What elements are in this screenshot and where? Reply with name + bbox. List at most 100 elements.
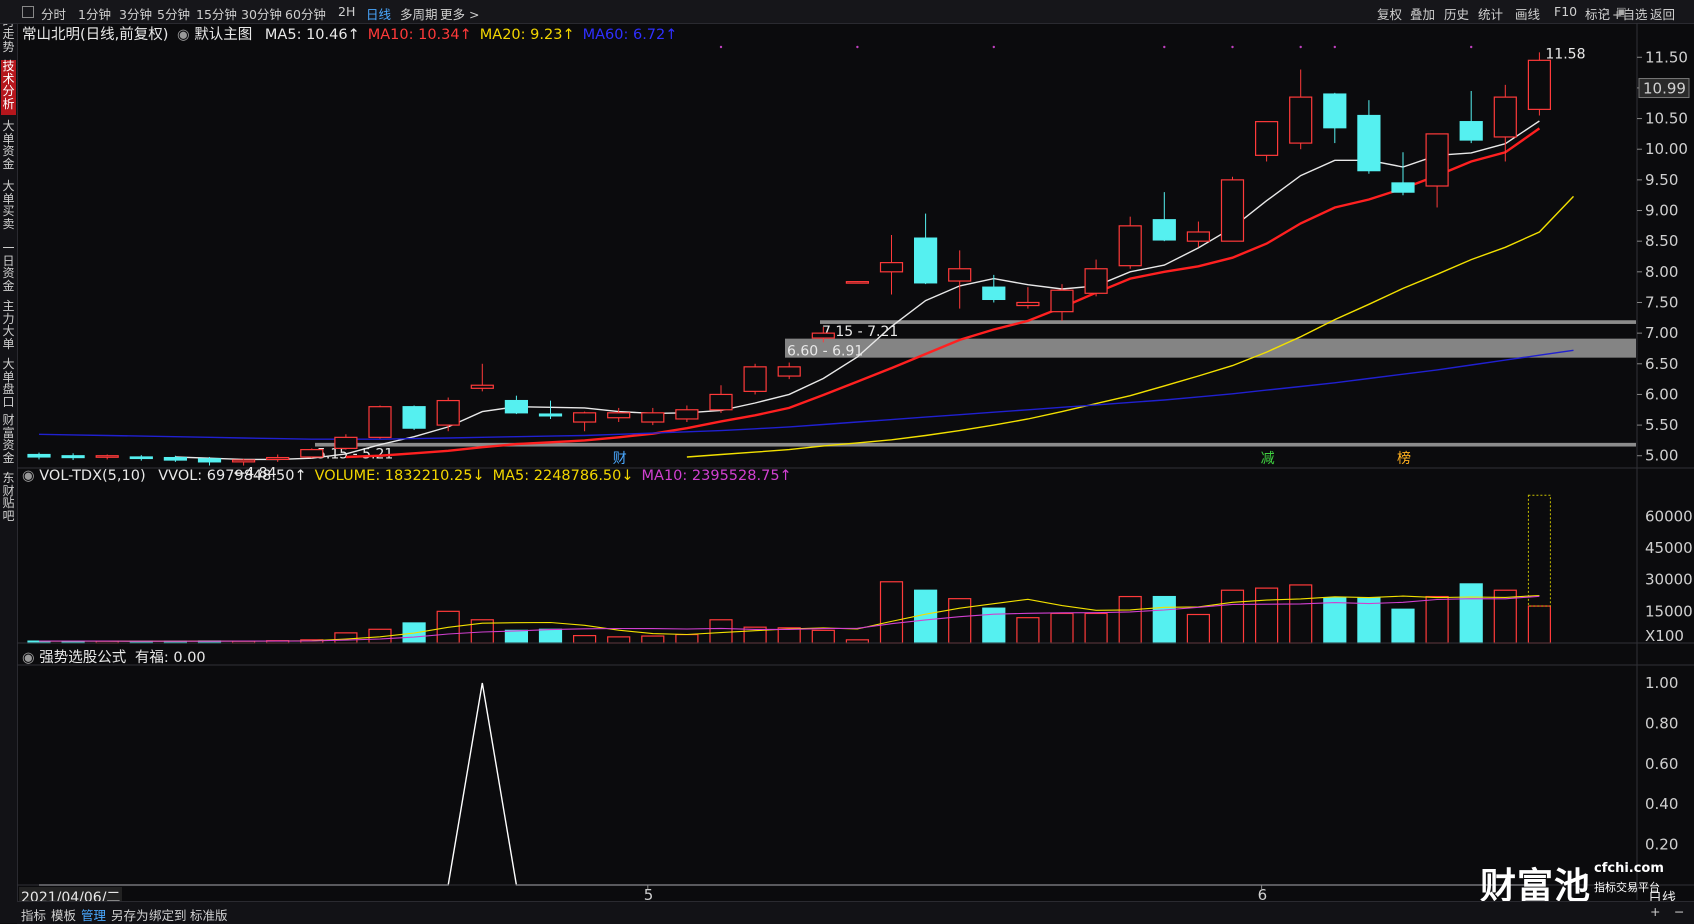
candle-body: [1084, 268, 1108, 294]
formula-tick-label: 1.00: [1645, 674, 1678, 692]
price-tick-label: 11.50: [1645, 48, 1688, 66]
volume-bar: [1323, 597, 1347, 644]
candle-body: [1050, 289, 1074, 313]
toolbar-button[interactable]: F10: [1554, 4, 1577, 19]
price-tick-label: 9.50: [1645, 171, 1678, 189]
template-name[interactable]: 默认主图: [194, 27, 252, 43]
timeframe-tab[interactable]: 3分钟: [119, 4, 152, 23]
watermark-domain: cfchi.com: [1594, 861, 1664, 876]
zone-label: 6.60 - 6.91: [787, 344, 863, 360]
candle-body: [572, 412, 597, 423]
toolbar-button[interactable]: 统计: [1478, 4, 1503, 23]
volume-bar: [334, 632, 358, 644]
volume-bar: [1050, 612, 1074, 644]
window-icon[interactable]: [22, 6, 34, 18]
volume-bar: [1152, 595, 1176, 644]
timeframe-tab[interactable]: 更多 >: [440, 4, 479, 23]
current-price-label: 10.99: [1643, 80, 1686, 98]
timeframe-tab[interactable]: 日线: [366, 4, 391, 23]
signal-dot: [992, 45, 995, 49]
candle-body: [95, 455, 119, 458]
volume-panel-header: ◉ VOL-TDX(5,10) VVOL: 6979848.50↑ VOLUME:…: [22, 468, 792, 484]
candle-body: [436, 399, 460, 426]
ma-legend-item: MA10: 10.34↑: [367, 27, 472, 43]
timeframe-tab[interactable]: 2H: [338, 4, 355, 19]
toolbar-button[interactable]: 复权: [1377, 4, 1402, 23]
expand-icon[interactable]: ▣: [1616, 5, 1626, 18]
bottom-tab[interactable]: 标准版: [190, 905, 228, 924]
price-tick-label: 9.00: [1645, 202, 1678, 220]
price-tick-label: 8.50: [1645, 232, 1678, 250]
stock-chart[interactable]: 7.15 - 7.216.60 - 6.915.15 - 5.21 11.501…: [0, 23, 1694, 900]
volume-title: VOL-TDX(5,10): [39, 468, 146, 484]
timeframe-tab[interactable]: 30分钟: [241, 4, 282, 23]
top-toolbar: 分时 1分钟 3分钟 5分钟 15分钟 30分钟 60分钟 2H 日线 多周期 更多 > 复权 叠加 历史…: [0, 0, 1694, 24]
timeframe-tab[interactable]: 多周期: [400, 4, 438, 23]
toolbar-button[interactable]: 返回: [1650, 4, 1675, 23]
candle-body: [1152, 219, 1176, 241]
signal-dot: [1163, 45, 1166, 49]
candle-body: [1425, 133, 1449, 187]
signal-dot: [1231, 45, 1234, 49]
toolbar-button[interactable]: 画线: [1515, 4, 1540, 23]
price-zone: [820, 320, 1636, 324]
formula-tick-label: 0.40: [1645, 795, 1678, 813]
candle-body: [1323, 93, 1347, 129]
timeframe-tab[interactable]: 分时: [41, 4, 66, 23]
candle-body: [1391, 182, 1415, 193]
signal-dot: [856, 45, 859, 49]
volume-legend-item: MA5: 2248786.50↓: [492, 468, 634, 484]
volume-bar: [1016, 617, 1040, 644]
candle-body: [675, 409, 699, 420]
candle-body: [27, 453, 51, 458]
main-panel-header: 常山北明(日线,前复权) ◉ 默认主图 MA5: 10.46↑ MA10: 10.…: [22, 23, 677, 44]
volume-tick-label: 45000: [1645, 539, 1693, 557]
timeframe-tab[interactable]: 1分钟: [78, 4, 111, 23]
volume-bar: [572, 635, 597, 644]
settings-icon[interactable]: ◇: [1600, 5, 1608, 18]
bottom-tab[interactable]: 绑定到: [149, 905, 187, 924]
timeframe-tab[interactable]: 15分钟: [196, 4, 237, 23]
toolbar-button[interactable]: 叠加: [1410, 4, 1435, 23]
collapse-icon[interactable]: ◉: [22, 468, 35, 484]
candle-body: [982, 286, 1006, 301]
volume-ma5-line: [39, 594, 1540, 642]
ma-legend-item: MA5: 10.46↑: [264, 27, 360, 43]
candle-body: [470, 384, 494, 389]
volume-unit-label: X100: [1645, 627, 1684, 645]
bottom-toolbar: + − 指标 模板 管理 另存为 绑定到 标准版: [17, 901, 1694, 924]
bottom-tab[interactable]: 管理: [81, 905, 106, 924]
ma-legend-item: MA20: 9.23↑: [479, 27, 575, 43]
candle-body: [1016, 301, 1040, 307]
volume-legend-item: MA10: 2395528.75↑: [641, 468, 792, 484]
formula-panel-header: ◉ 强势选股公式 有福: 0.00: [22, 646, 206, 667]
volume-bar: [675, 633, 699, 644]
bottom-tab[interactable]: 模板: [51, 905, 76, 924]
price-tick-label: 6.50: [1645, 355, 1678, 373]
timeframe-tab[interactable]: 5分钟: [157, 4, 190, 23]
ma-legend-item: MA60: 6.72↑: [582, 27, 678, 43]
ma-line-ma60: [38, 349, 1574, 440]
bottom-tab[interactable]: 另存为: [111, 905, 149, 924]
signal-dot: [1333, 45, 1337, 49]
volume-bar: [709, 619, 733, 644]
volume-bar: [1391, 608, 1415, 644]
price-tick-label: 7.00: [1645, 324, 1678, 342]
bottom-tab[interactable]: 指标: [21, 905, 46, 924]
candle-body: [402, 406, 426, 429]
toolbar-button[interactable]: 历史: [1444, 4, 1469, 23]
volume-tick-label: 60000: [1645, 507, 1693, 525]
volume-bar: [538, 628, 563, 644]
candle-body: [1493, 96, 1517, 138]
signal-dot: [1299, 45, 1302, 49]
template-chevron-icon[interactable]: ◉: [177, 27, 190, 43]
timeframe-tab[interactable]: 60分钟: [285, 4, 326, 23]
collapse-icon[interactable]: ◉: [22, 650, 35, 666]
formula-tick-label: 0.60: [1645, 755, 1678, 773]
minus-icon[interactable]: −: [1674, 904, 1684, 919]
candle-body: [811, 332, 835, 339]
formula-signal-line: [39, 682, 1540, 886]
volume-tick-label: 30000: [1645, 571, 1693, 589]
candle-body: [1254, 121, 1279, 156]
add-icon[interactable]: +: [1650, 904, 1660, 919]
